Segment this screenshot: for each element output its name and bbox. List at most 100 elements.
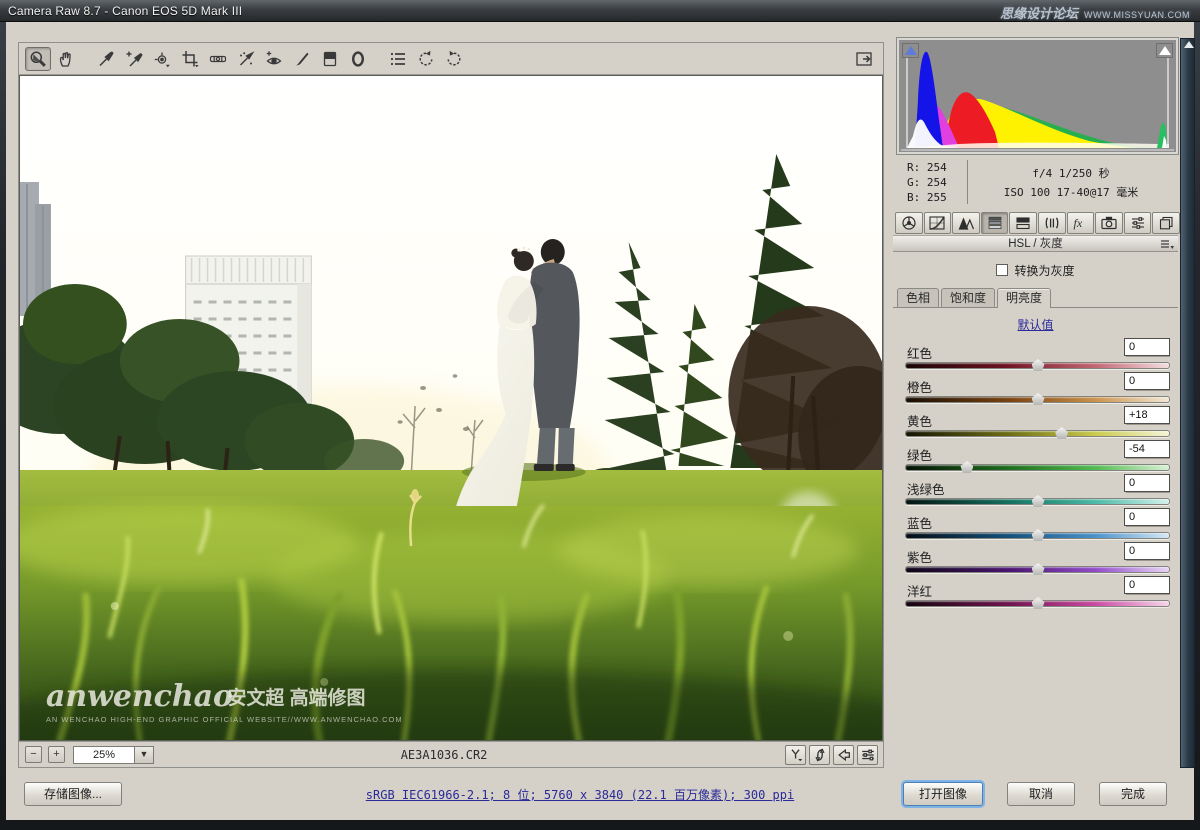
slider-green-value[interactable]	[1124, 440, 1170, 458]
preferences-button[interactable]	[385, 47, 411, 71]
hsl-bars-icon	[986, 215, 1004, 231]
radial-filter-tool-button[interactable]	[345, 47, 371, 71]
slider-purple-value[interactable]	[1124, 542, 1170, 560]
hand-icon	[56, 49, 76, 69]
wedding-photo: anwenchao 安文超 高端修图 AN WENCHAO HIGH-END G…	[20, 76, 882, 740]
preview-mode-button[interactable]	[785, 745, 806, 765]
slider-purple-track[interactable]	[905, 566, 1170, 573]
adjustment-brush-tool-button[interactable]	[289, 47, 315, 71]
slider-orange-value[interactable]	[1124, 372, 1170, 390]
slider-red-value[interactable]	[1124, 338, 1170, 356]
tab-snapshots[interactable]	[1152, 212, 1180, 234]
slider-row-purple: 紫色	[905, 545, 1170, 577]
crop-tool-button[interactable]	[177, 47, 203, 71]
zoom-tool-button[interactable]	[25, 47, 51, 71]
open-image-button[interactable]: 打开图像	[903, 782, 983, 806]
swap-settings-button[interactable]	[809, 745, 830, 765]
slider-magenta-value[interactable]	[1124, 576, 1170, 594]
tab-presets[interactable]	[1124, 212, 1152, 234]
done-button[interactable]: 完成	[1099, 782, 1167, 806]
rgb-b: B: 255	[907, 190, 947, 205]
camera-icon	[1100, 215, 1118, 231]
grayscale-checkbox[interactable]	[996, 264, 1008, 276]
zoom-level-field[interactable]: 25%	[73, 746, 135, 764]
slider-orange-thumb[interactable]	[1032, 393, 1045, 405]
magnifier-icon	[28, 49, 48, 69]
slider-orange-track[interactable]	[905, 396, 1170, 403]
svg-text:fx: fx	[1074, 216, 1083, 230]
tab-camera-calibration[interactable]	[1095, 212, 1123, 234]
slider-row-yellow: 黄色	[905, 409, 1170, 441]
slider-red-thumb[interactable]	[1032, 359, 1045, 371]
save-image-button[interactable]: 存储图像...	[24, 782, 122, 806]
slider-red-track[interactable]	[905, 362, 1170, 369]
slider-yellow-thumb[interactable]	[1055, 427, 1068, 439]
tab-luminance[interactable]: 明亮度	[997, 288, 1051, 308]
targeted-adjustment-tool-button[interactable]	[149, 47, 175, 71]
eyedropper-icon	[96, 49, 116, 69]
slider-label: 红色	[907, 343, 932, 362]
zoom-level-dropdown[interactable]: ▼	[135, 746, 154, 764]
tab-effects[interactable]: fx	[1067, 212, 1095, 234]
default-link[interactable]: 默认值	[893, 316, 1178, 333]
preview-y-icon	[788, 747, 804, 763]
highlight-clipping-toggle[interactable]	[1156, 43, 1173, 58]
slider-magenta-thumb[interactable]	[1032, 597, 1045, 609]
tab-basic[interactable]	[895, 212, 923, 234]
panel-scrollbar[interactable]	[1180, 38, 1195, 768]
slider-aqua-track[interactable]	[905, 498, 1170, 505]
image-info: R: 254 G: 254 B: 255 f/4 1/250 秒 ISO 100…	[897, 158, 1178, 208]
tab-saturation[interactable]: 饱和度	[941, 288, 995, 308]
straighten-tool-button[interactable]	[205, 47, 231, 71]
hand-tool-button[interactable]	[53, 47, 79, 71]
slider-aqua-value[interactable]	[1124, 474, 1170, 492]
presets-icon	[1129, 215, 1147, 231]
slider-label: 紫色	[907, 547, 932, 566]
slider-blue-thumb[interactable]	[1032, 529, 1045, 541]
panel-header: HSL / 灰度	[893, 235, 1178, 252]
fx-icon: fx	[1071, 215, 1089, 231]
slider-magenta-track[interactable]	[905, 600, 1170, 607]
fullscreen-toggle-button[interactable]	[851, 47, 877, 71]
shadow-clipping-toggle[interactable]	[902, 43, 919, 58]
tab-hsl-grayscale[interactable]	[981, 212, 1009, 234]
histogram-plot	[899, 40, 1176, 152]
spot-removal-tool-button[interactable]	[233, 47, 259, 71]
slider-green-thumb[interactable]	[960, 461, 973, 473]
rotate-right-button[interactable]	[441, 47, 467, 71]
rgb-r: R: 254	[907, 160, 947, 175]
slider-yellow-value[interactable]	[1124, 406, 1170, 424]
color-sampler-tool-button[interactable]	[121, 47, 147, 71]
scrollbar-up-arrow[interactable]	[1184, 41, 1194, 48]
radial-filter-icon	[348, 49, 368, 69]
tab-detail[interactable]	[952, 212, 980, 234]
rotate-left-button[interactable]	[413, 47, 439, 71]
apply-previous-button[interactable]	[833, 745, 854, 765]
slider-green-track[interactable]	[905, 464, 1170, 471]
tab-lens-corrections[interactable]	[1038, 212, 1066, 234]
lens-icon	[1043, 215, 1061, 231]
preview-preferences-button[interactable]	[857, 745, 878, 765]
slider-purple-thumb[interactable]	[1032, 563, 1045, 575]
white-balance-tool-button[interactable]	[93, 47, 119, 71]
tab-hue[interactable]: 色相	[897, 288, 939, 308]
slider-blue-value[interactable]	[1124, 508, 1170, 526]
tool-bar	[19, 43, 883, 75]
slider-blue-track[interactable]	[905, 532, 1170, 539]
title-bar[interactable]: Camera Raw 8.7 - Canon EOS 5D Mark III 思…	[0, 0, 1200, 22]
tab-split-toning[interactable]	[1009, 212, 1037, 234]
panel-menu-button[interactable]	[1160, 239, 1174, 255]
zoom-out-button[interactable]: −	[25, 746, 42, 763]
camera-raw-window: Camera Raw 8.7 - Canon EOS 5D Mark III 思…	[0, 0, 1200, 830]
slider-yellow-track[interactable]	[905, 430, 1170, 437]
tab-tone-curve[interactable]	[924, 212, 952, 234]
zoom-in-button[interactable]: +	[48, 746, 65, 763]
workflow-options-link[interactable]: sRGB IEC61966-2.1; 8 位; 5760 x 3840 (22.…	[306, 786, 854, 803]
slider-aqua-thumb[interactable]	[1032, 495, 1045, 507]
photo-preview[interactable]: anwenchao 安文超 高端修图 AN WENCHAO HIGH-END G…	[19, 75, 883, 741]
hsl-tabs: 色相 饱和度 明亮度	[897, 288, 1053, 308]
cancel-button[interactable]: 取消	[1007, 782, 1075, 806]
red-eye-tool-button[interactable]	[261, 47, 287, 71]
rgb-readout: R: 254 G: 254 B: 255	[907, 160, 947, 205]
graduated-filter-tool-button[interactable]	[317, 47, 343, 71]
